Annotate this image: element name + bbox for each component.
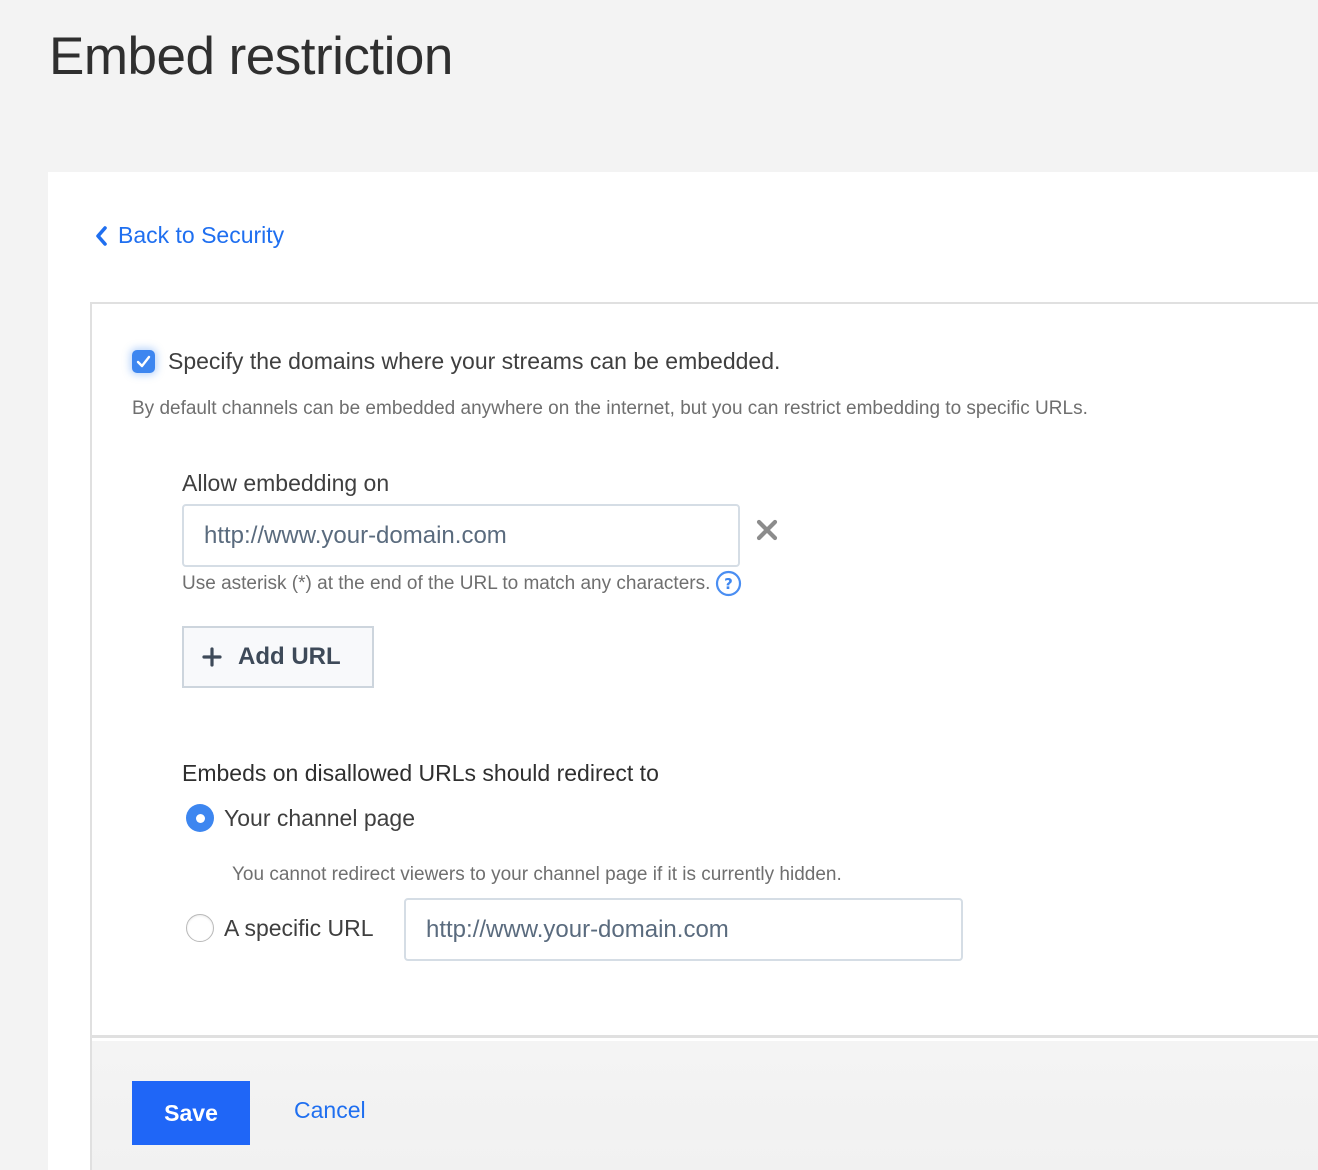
specific-url-label[interactable]: A specific URL [224,915,374,942]
redirect-option-specific-url: A specific URL [186,914,374,942]
add-url-button[interactable]: Add URL [182,626,374,688]
checkmark-icon [136,355,151,368]
allow-embedding-label: Allow embedding on [182,470,390,496]
remove-url-button[interactable] [752,515,782,545]
restrict-domains-option: Specify the domains where your streams c… [132,348,780,375]
channel-page-label[interactable]: Your channel page [224,805,415,832]
asterisk-hint-text: Use asterisk (*) at the end of the URL t… [182,572,711,594]
redirect-label: Embeds on disallowed URLs should redirec… [182,760,659,786]
back-link-label: Back to Security [118,222,285,248]
redirect-section: Embeds on disallowed URLs should redirec… [182,760,1082,1000]
restrict-domains-checkbox[interactable] [132,350,155,373]
form-footer: Save Cancel [92,1041,1318,1170]
cancel-button[interactable]: Cancel [294,1097,366,1124]
back-to-security-link[interactable]: Back to Security [90,222,284,249]
embed-restriction-panel: Specify the domains where your streams c… [90,302,1318,1170]
question-circle-icon[interactable]: ? [715,570,742,597]
channel-page-hint: You cannot redirect viewers to your chan… [232,864,842,885]
save-button[interactable]: Save [132,1081,250,1145]
restriction-description: By default channels can be embedded anyw… [132,398,1088,419]
redirect-url-input[interactable] [404,898,963,961]
settings-card: Back to Security Specify the domains whe… [48,172,1318,1170]
specific-url-radio[interactable] [186,914,214,942]
add-url-label: Add URL [238,643,341,670]
allowed-url-input[interactable] [182,504,740,567]
restrict-domains-label[interactable]: Specify the domains where your streams c… [168,348,780,375]
asterisk-hint: Use asterisk (*) at the end of the URL t… [182,570,742,597]
svg-text:?: ? [725,575,734,593]
chevron-left-icon [90,225,112,247]
redirect-option-channel-page: Your channel page [186,804,415,832]
close-icon [756,519,778,541]
plus-icon [202,647,222,667]
page-title: Embed restriction [49,27,453,86]
panel-body: Specify the domains where your streams c… [92,304,1318,1038]
allow-embedding-section: Allow embedding on Use asterisk (*) at t… [182,470,902,700]
channel-page-radio[interactable] [186,804,214,832]
